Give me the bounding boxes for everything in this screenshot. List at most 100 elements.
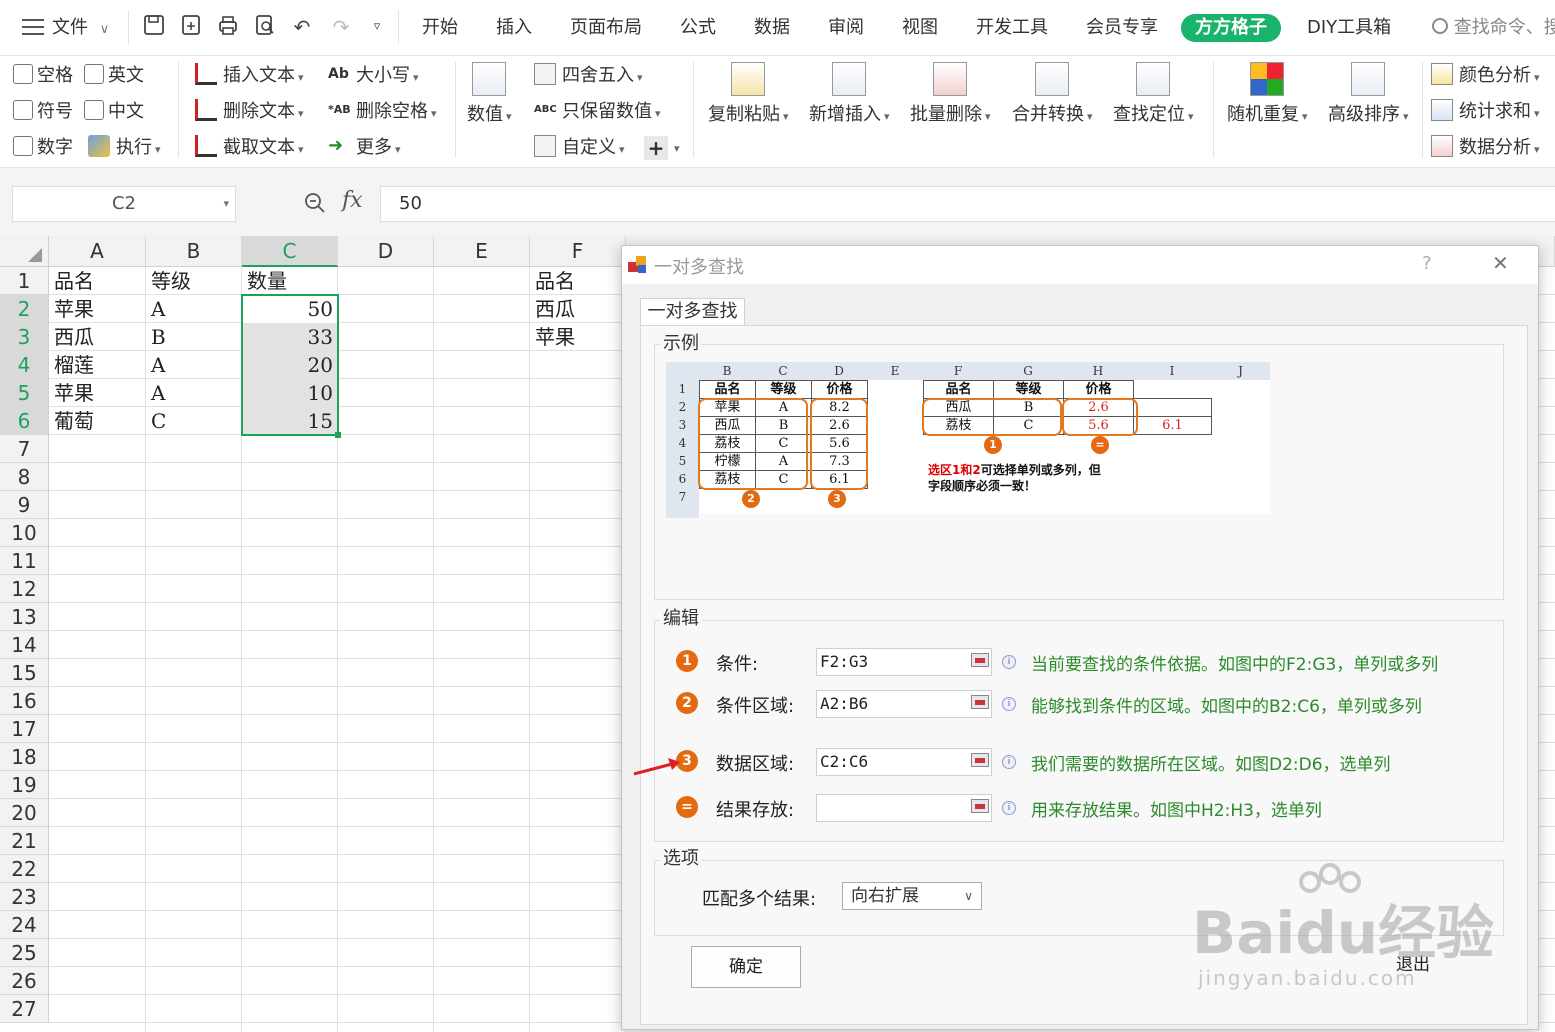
cell-f6[interactable]: [530, 407, 626, 435]
row-header[interactable]: 20: [0, 799, 49, 827]
tab-insert[interactable]: 插入: [496, 14, 532, 42]
column-header-f[interactable]: F: [530, 236, 626, 267]
row-header[interactable]: 12: [0, 575, 49, 603]
info-icon[interactable]: i: [1002, 655, 1016, 669]
checkbox-english[interactable]: 英文: [84, 62, 144, 90]
plus-icon[interactable]: +: [644, 136, 668, 160]
execute-button[interactable]: 执行 ▾: [88, 134, 161, 162]
info-icon[interactable]: i: [1002, 755, 1016, 769]
row-header[interactable]: 19: [0, 771, 49, 799]
cell-a3[interactable]: 西瓜: [49, 323, 146, 351]
zoom-icon[interactable]: [304, 192, 326, 214]
range-input[interactable]: F2:G3: [816, 648, 992, 676]
insert-text-button[interactable]: 插入文本 ▾: [195, 62, 304, 90]
random-repeat-button[interactable]: 随机重复 ▾: [1227, 62, 1308, 126]
keep-numbers-button[interactable]: ABC 只保留数值 ▾: [534, 98, 661, 126]
cell-c1[interactable]: 数量: [242, 267, 338, 295]
copy-paste-button[interactable]: 复制粘贴 ▾: [708, 62, 789, 126]
row-header[interactable]: 21: [0, 827, 49, 855]
row-header[interactable]: 18: [0, 743, 49, 771]
checkbox-space[interactable]: 空格: [13, 62, 73, 90]
row-header[interactable]: 15: [0, 659, 49, 687]
range-picker-icon[interactable]: [971, 753, 989, 767]
fx-icon[interactable]: fx: [342, 188, 363, 213]
row-header[interactable]: 16: [0, 687, 49, 715]
delete-text-button[interactable]: 删除文本 ▾: [195, 98, 304, 126]
cell-b6[interactable]: C: [146, 407, 242, 435]
tab-formulas[interactable]: 公式: [680, 14, 716, 42]
help-icon[interactable]: ?: [1422, 253, 1432, 274]
tab-member[interactable]: 会员专享: [1086, 14, 1158, 42]
numeric-button[interactable]: 数值 ▾: [467, 62, 512, 126]
row-header[interactable]: 3: [0, 323, 49, 351]
row-header[interactable]: 26: [0, 967, 49, 995]
new-insert-button[interactable]: 新增插入 ▾: [809, 62, 890, 126]
column-header-e[interactable]: E: [434, 236, 530, 267]
more-button[interactable]: ➜ 更多 ▾: [328, 134, 401, 162]
range-input[interactable]: A2:B6: [816, 690, 992, 718]
row-header[interactable]: 22: [0, 855, 49, 883]
merge-convert-button[interactable]: 合并转换 ▾: [1012, 62, 1093, 126]
print-preview-icon[interactable]: [252, 14, 278, 40]
range-input[interactable]: C2:C6: [816, 748, 992, 776]
row-header[interactable]: 1: [0, 267, 49, 295]
cell-c3[interactable]: 33: [242, 323, 338, 351]
find-locate-button[interactable]: 查找定位 ▾: [1113, 62, 1194, 126]
tab-review[interactable]: 审阅: [828, 14, 864, 42]
tab-developer[interactable]: 开发工具: [976, 14, 1048, 42]
name-box[interactable]: C2 ▾: [12, 186, 236, 222]
row-header[interactable]: 6: [0, 407, 49, 435]
custom-button[interactable]: 自定义 ▾: [534, 134, 625, 162]
tab-one-to-many[interactable]: 一对多查找: [640, 298, 745, 326]
row-header[interactable]: 17: [0, 715, 49, 743]
checkbox-number[interactable]: 数字: [13, 134, 73, 162]
row-header[interactable]: 10: [0, 519, 49, 547]
cell-f4[interactable]: [530, 351, 626, 379]
column-header-b[interactable]: B: [146, 236, 242, 267]
remove-spaces-button[interactable]: *AB 删除空格 ▾: [328, 98, 437, 126]
cell-f5[interactable]: [530, 379, 626, 407]
tab-diy-toolbox[interactable]: DIY工具箱: [1307, 14, 1391, 42]
cell-c2[interactable]: 50: [242, 295, 338, 323]
row-header[interactable]: 13: [0, 603, 49, 631]
cell-a4[interactable]: 榴莲: [49, 351, 146, 379]
cell-c4[interactable]: 20: [242, 351, 338, 379]
formula-input[interactable]: 50: [380, 186, 1555, 222]
row-header[interactable]: 9: [0, 491, 49, 519]
checkbox-symbol[interactable]: 符号: [13, 98, 73, 126]
dialog-title-bar[interactable]: 一对多查找 ? ✕: [622, 246, 1538, 284]
save-icon[interactable]: [141, 14, 167, 40]
file-menu[interactable]: 文件 ∨: [52, 14, 109, 42]
select-all-corner[interactable]: [0, 236, 49, 267]
color-analysis-button[interactable]: 颜色分析 ▾: [1431, 62, 1540, 90]
info-icon[interactable]: i: [1002, 697, 1016, 711]
export-icon[interactable]: [178, 14, 204, 40]
cell-f1[interactable]: 品名: [530, 267, 626, 295]
row-header[interactable]: 7: [0, 435, 49, 463]
round-button[interactable]: 四舍五入 ▾: [534, 62, 643, 90]
tab-home[interactable]: 开始: [422, 14, 458, 42]
cell-b3[interactable]: B: [146, 323, 242, 351]
advanced-sort-button[interactable]: 高级排序 ▾: [1328, 62, 1409, 126]
undo-icon[interactable]: ↶: [289, 14, 315, 40]
row-header[interactable]: 8: [0, 463, 49, 491]
cell-c6[interactable]: 15: [242, 407, 338, 435]
case-button[interactable]: Ab 大小写 ▾: [328, 62, 419, 90]
row-header[interactable]: 24: [0, 911, 49, 939]
range-picker-icon[interactable]: [971, 799, 989, 813]
dropdown-arrow-icon[interactable]: ▾: [674, 142, 680, 155]
redo-icon[interactable]: ↷: [328, 14, 354, 40]
data-analysis-button[interactable]: 数据分析 ▾: [1431, 134, 1540, 162]
hamburger-menu-icon[interactable]: [22, 17, 44, 35]
cell-a6[interactable]: 葡萄: [49, 407, 146, 435]
cell-a1[interactable]: 品名: [49, 267, 146, 295]
cell-a2[interactable]: 苹果: [49, 295, 146, 323]
row-header[interactable]: 2: [0, 295, 49, 323]
cell-b1[interactable]: 等级: [146, 267, 242, 295]
info-icon[interactable]: i: [1002, 801, 1016, 815]
print-icon[interactable]: [215, 14, 241, 40]
cell-c5[interactable]: 10: [242, 379, 338, 407]
customize-quick-access-icon[interactable]: ▿: [364, 14, 390, 40]
range-input[interactable]: [816, 794, 992, 822]
batch-delete-button[interactable]: 批量删除 ▾: [910, 62, 991, 126]
